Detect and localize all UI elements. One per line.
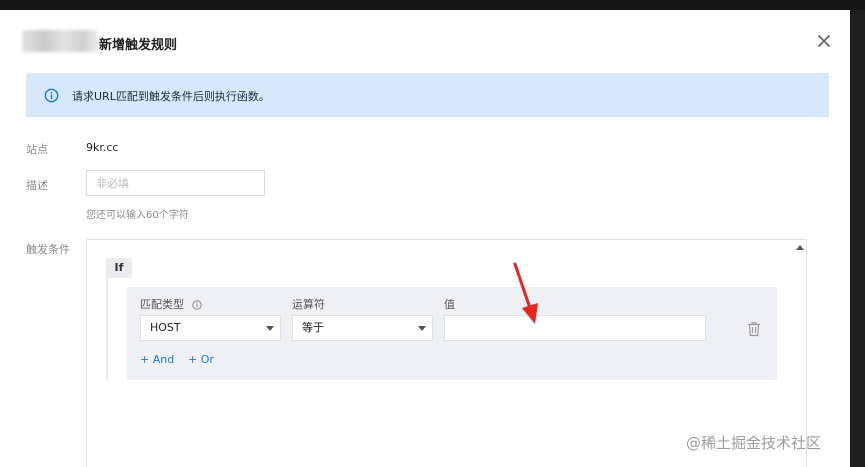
dialog: 新增触发规则 请求URL匹配到触发条件后则执行函数。 站点 9kr.cc 描述 …	[0, 0, 850, 467]
match-type-selected: HOST	[150, 321, 181, 334]
match-type-select[interactable]: HOST	[140, 315, 281, 341]
add-or-button[interactable]: + Or	[188, 353, 214, 366]
value-header: 值	[444, 298, 455, 311]
rule-panel: 匹配类型 运算符 值 HOST 等于 + And + Or	[127, 287, 777, 380]
match-type-label: 匹配类型	[140, 298, 184, 311]
right-overlay-strip	[850, 10, 865, 467]
watermark: @稀土掘金技术社区	[686, 434, 822, 452]
chevron-down-icon	[418, 326, 426, 331]
operator-selected: 等于	[302, 321, 324, 334]
description-input[interactable]	[86, 170, 265, 196]
add-and-button[interactable]: + And	[140, 353, 174, 366]
help-icon[interactable]	[191, 300, 202, 310]
top-overlay-bar	[0, 0, 865, 10]
operator-header: 运算符	[292, 298, 325, 311]
if-connector	[106, 278, 108, 380]
description-label: 描述	[26, 179, 48, 192]
scroll-up-icon[interactable]	[796, 244, 804, 250]
condition-label: 触发条件	[26, 243, 70, 256]
operator-select[interactable]: 等于	[292, 315, 433, 341]
site-value: 9kr.cc	[86, 141, 119, 154]
dialog-title: 新增触发规则	[99, 38, 178, 53]
info-banner: 请求URL匹配到触发条件后则执行函数。	[26, 73, 829, 117]
site-label: 站点	[26, 143, 48, 156]
close-icon	[818, 35, 830, 47]
description-hint: 您还可以输入60个字符	[86, 210, 189, 221]
info-text: 请求URL匹配到触发条件后则执行函数。	[72, 90, 270, 103]
match-type-header: 匹配类型	[140, 296, 202, 312]
value-input[interactable]	[444, 315, 706, 341]
chevron-down-icon	[266, 326, 274, 331]
trash-icon[interactable]	[747, 321, 761, 337]
annotation-arrow	[513, 262, 538, 324]
close-button[interactable]	[814, 31, 834, 51]
blurred-name	[22, 30, 98, 52]
info-icon	[44, 88, 59, 103]
if-tag: If	[106, 258, 132, 278]
